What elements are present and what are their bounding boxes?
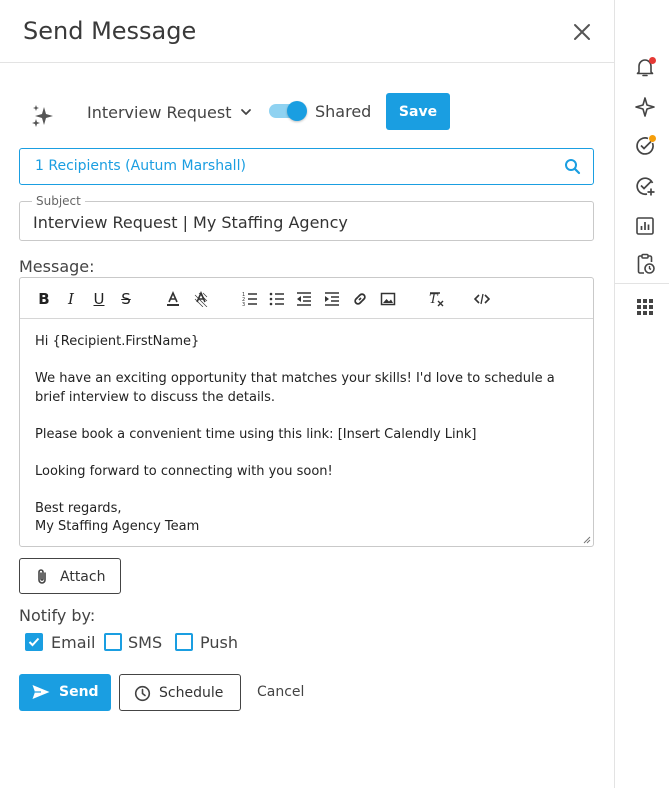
recipients-text: 1 Recipients (Autum Marshall) [35, 158, 246, 174]
text-color-button[interactable] [164, 290, 182, 308]
code-icon [474, 293, 490, 305]
italic-button[interactable]: I [62, 290, 80, 308]
checkmark-icon [28, 637, 40, 647]
svg-text:3: 3 [242, 302, 245, 307]
attach-button[interactable]: Attach [19, 558, 121, 594]
svg-text:T: T [429, 292, 439, 307]
clear-format-icon: T [429, 292, 444, 307]
message-body[interactable]: Hi {Recipient.FirstName} We have an exci… [35, 333, 575, 537]
tasks-button[interactable] [634, 135, 656, 157]
highlight-icon [194, 291, 208, 307]
notify-label: Notify by: [19, 606, 96, 625]
page-title: Send Message [23, 17, 197, 45]
image-button[interactable] [379, 290, 397, 308]
send-icon [32, 685, 50, 699]
outdent-button[interactable] [295, 290, 313, 308]
rail-divider [615, 283, 669, 284]
email-checkbox[interactable] [25, 633, 43, 651]
chart-icon [636, 217, 654, 235]
link-button[interactable] [351, 290, 369, 308]
message-paragraph: Looking forward to connecting with you s… [35, 463, 333, 479]
toggle-knob [287, 101, 307, 121]
message-paragraph: Hi {Recipient.FirstName} [35, 334, 200, 349]
close-icon [574, 24, 590, 40]
image-icon [380, 292, 396, 306]
clock-icon [134, 685, 151, 702]
message-paragraph: Please book a convenient time using this… [35, 426, 477, 442]
send-message-panel: Send Message Interview Request Shared Sa… [0, 0, 614, 788]
message-label: Message: [19, 257, 95, 276]
clipboard-clock-icon [637, 253, 655, 274]
sparkle-icon [32, 105, 53, 127]
bullet-list-icon [269, 292, 284, 306]
apps-menu-button[interactable] [634, 296, 656, 318]
send-button[interactable]: Send [19, 674, 111, 711]
template-selected-value: Interview Request [87, 102, 232, 122]
push-label: Push [200, 633, 238, 652]
panel-header: Send Message [0, 0, 614, 63]
right-rail [614, 0, 669, 788]
ai-sparkle-button[interactable] [30, 103, 56, 129]
schedule-label: Schedule [159, 685, 224, 701]
indent-icon [325, 292, 339, 306]
template-dropdown[interactable]: Interview Request [87, 100, 253, 124]
send-label: Send [59, 684, 99, 700]
grid-apps-icon [637, 299, 653, 315]
link-icon [354, 293, 366, 305]
underline-button[interactable]: U [90, 290, 108, 308]
bullet-list-button[interactable] [268, 290, 286, 308]
text-color-icon [167, 291, 179, 306]
sparkle-icon [635, 97, 655, 117]
search-icon [565, 159, 581, 175]
check-circle-add-icon [636, 177, 655, 196]
task-status-dot [649, 135, 656, 142]
resize-handle-icon[interactable] [583, 536, 591, 544]
schedule-button[interactable]: Schedule [119, 674, 241, 711]
outdent-icon [297, 292, 311, 306]
reports-button[interactable] [634, 215, 656, 237]
sms-checkbox[interactable] [104, 633, 122, 651]
paperclip-icon [38, 569, 46, 584]
add-task-button[interactable] [634, 175, 656, 197]
cancel-button[interactable]: Cancel [257, 684, 304, 700]
ai-assistant-button[interactable] [634, 96, 656, 118]
attach-label: Attach [60, 569, 106, 585]
message-editor: B I U S 123 T Hi {Recipient.FirstName} W… [19, 277, 594, 547]
indent-button[interactable] [323, 290, 341, 308]
notification-dot [649, 57, 656, 64]
shared-toggle[interactable] [269, 101, 307, 121]
ordered-list-button[interactable]: 123 [241, 290, 259, 308]
notifications-button[interactable] [634, 56, 656, 78]
subject-label: Subject [32, 194, 85, 208]
subject-field: Subject [19, 194, 594, 241]
close-button[interactable] [570, 20, 594, 44]
bold-button[interactable]: B [35, 290, 53, 308]
strikethrough-button[interactable]: S [117, 290, 135, 308]
recipients-field[interactable]: 1 Recipients (Autum Marshall) [19, 148, 594, 185]
shared-label: Shared [315, 102, 372, 121]
email-label: Email [51, 633, 96, 652]
message-paragraph: We have an exciting opportunity that mat… [35, 371, 559, 405]
save-button[interactable]: Save [386, 93, 450, 130]
background-color-button[interactable] [192, 290, 210, 308]
code-view-button[interactable] [473, 290, 491, 308]
scheduled-tasks-button[interactable] [634, 253, 656, 275]
sms-label: SMS [128, 633, 163, 652]
editor-toolbar: B I U S 123 T [20, 278, 593, 319]
subject-input[interactable] [33, 211, 573, 233]
ordered-list-icon: 123 [242, 292, 257, 307]
push-checkbox[interactable] [175, 633, 193, 651]
chevron-down-icon [241, 109, 252, 115]
message-paragraph: Best regards, My Staffing Agency Team [35, 500, 200, 535]
clear-format-button[interactable]: T [427, 290, 445, 308]
